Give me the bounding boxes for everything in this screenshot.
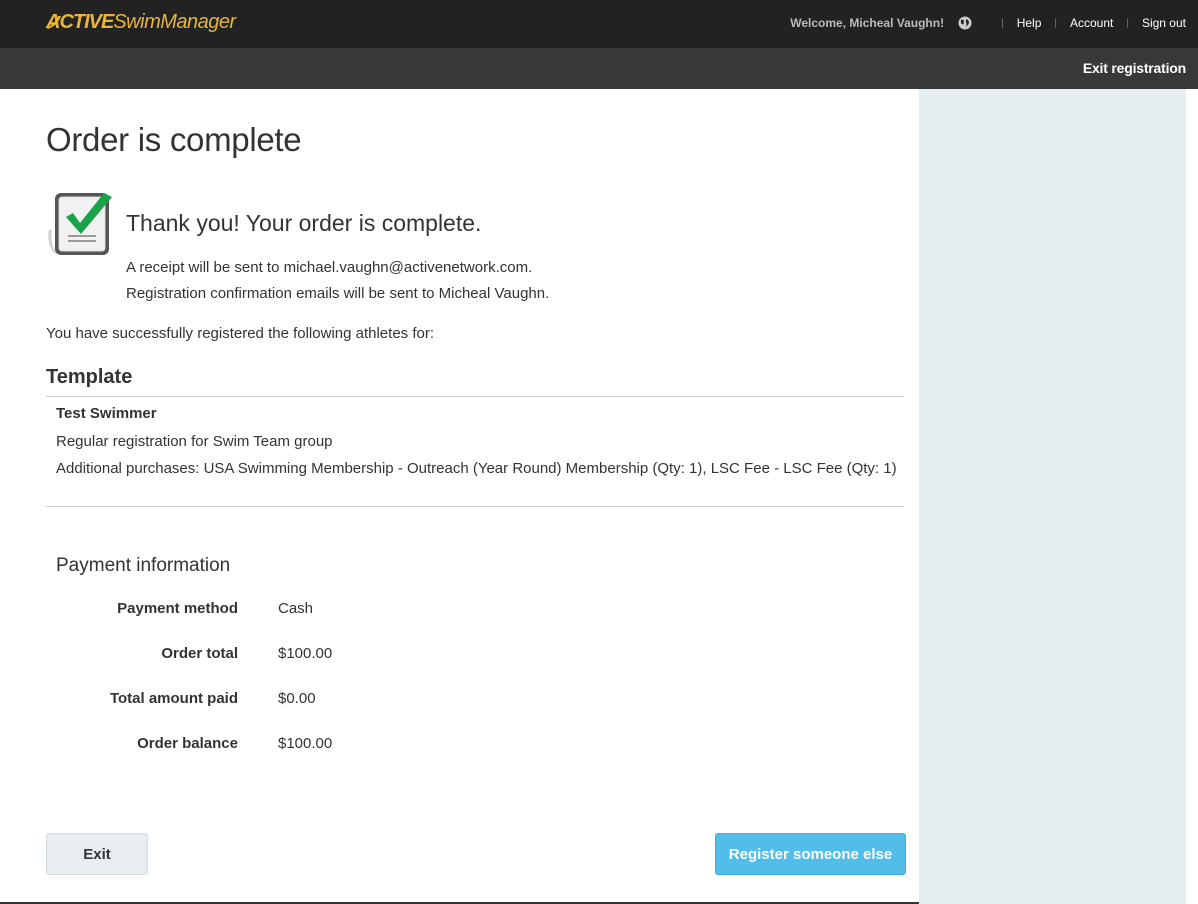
order-total-value: $100.00 — [278, 645, 333, 662]
payment-information-heading: Payment information — [56, 555, 231, 576]
registration-bar: Exit registration — [0, 48, 1198, 89]
side-panel — [919, 89, 1186, 904]
registration-type: Regular registration for Swim Team group — [56, 433, 333, 450]
athlete-registration: Test Swimmer Regular registration for Sw… — [46, 396, 904, 507]
receipt-notice: A receipt will be sent to michael.vaughn… — [126, 259, 533, 276]
success-message: You have successfully registered the fol… — [46, 325, 435, 342]
payment-method-label: Payment method — [117, 600, 238, 617]
active-swimmanager-logo[interactable]: ACTIVE SwimManager — [46, 11, 236, 37]
logo-brand-light: SwimManager — [113, 11, 236, 33]
logo-swoosh-icon — [47, 16, 61, 29]
additional-purchases: Additional purchases: USA Swimming Membe… — [46, 457, 904, 481]
page-title: Order is complete — [46, 121, 302, 158]
exit-registration-link[interactable]: Exit registration — [1083, 60, 1186, 76]
welcome-text: Welcome, Micheal Vaughn! — [790, 16, 945, 30]
sign-out-link[interactable]: Sign out — [1142, 16, 1186, 30]
order-balance-row: Order balance $100.00 — [46, 735, 446, 755]
account-nav: Welcome, Micheal Vaughn! | Help | Accoun… — [790, 0, 1186, 46]
nav-separator: | — [1126, 17, 1129, 29]
amount-paid-label: Total amount paid — [109, 690, 238, 707]
nav-separator: | — [1054, 17, 1057, 29]
nav-separator: | — [1001, 17, 1004, 29]
order-balance-value: $100.00 — [278, 735, 333, 752]
register-someone-else-button[interactable]: Register someone else — [715, 833, 906, 875]
top-navigation-bar: ACTIVE SwimManager Welcome, Micheal Vaug… — [0, 0, 1198, 48]
globe-icon[interactable] — [958, 16, 972, 30]
order-total-row: Order total $100.00 — [46, 645, 446, 665]
confirmation-notice: Registration confirmation emails will be… — [126, 285, 550, 302]
athlete-name: Test Swimmer — [56, 405, 157, 422]
program-name: Template — [46, 366, 133, 388]
thank-you-heading: Thank you! Your order is complete. — [126, 210, 482, 236]
additional-purchases-text: Additional purchases: USA Swimming Membe… — [56, 460, 897, 477]
order-balance-label: Order balance — [137, 735, 238, 752]
payment-method-row: Payment method Cash — [46, 600, 446, 620]
amount-paid-value: $0.00 — [278, 690, 316, 707]
checklist-complete-icon — [48, 193, 112, 255]
exit-button[interactable]: Exit — [46, 833, 148, 875]
order-total-label: Order total — [161, 645, 238, 662]
account-link[interactable]: Account — [1070, 16, 1113, 30]
amount-paid-row: Total amount paid $0.00 — [46, 690, 446, 710]
payment-method-value: Cash — [278, 600, 314, 617]
help-link[interactable]: Help — [1017, 16, 1042, 30]
